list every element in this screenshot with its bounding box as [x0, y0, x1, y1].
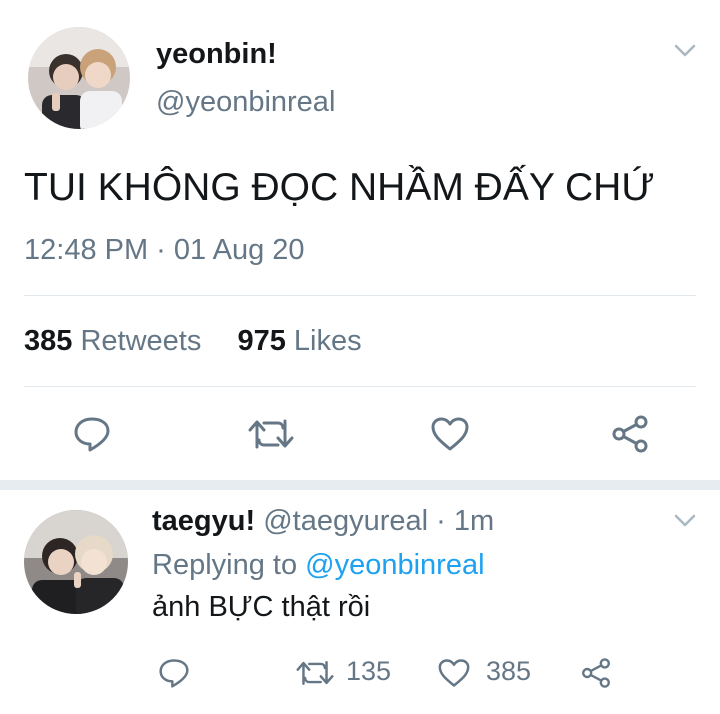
likes-label: Likes — [293, 325, 362, 357]
share-button[interactable] — [608, 414, 652, 454]
reply-like-button[interactable] — [436, 656, 472, 690]
author-avatar[interactable] — [28, 27, 130, 129]
section-separator — [0, 480, 720, 490]
share-icon — [612, 415, 648, 453]
reply-button[interactable] — [70, 414, 114, 454]
divider — [24, 386, 696, 387]
reply-time: · 1m — [436, 505, 495, 537]
retweets-stat[interactable]: 385 Retweets — [24, 325, 209, 357]
reply-retweet-count: 135 — [346, 656, 392, 686]
likes-stat[interactable]: 975 Likes — [237, 325, 361, 357]
like-icon — [431, 417, 469, 451]
reply-retweet-button[interactable] — [294, 656, 336, 690]
author-display-name[interactable]: yeonbin! — [156, 38, 277, 71]
chevron-down-icon[interactable] — [674, 514, 696, 528]
tweet-text: TUI KHÔNG ĐỌC NHẦM ĐẤY CHỨ — [24, 166, 655, 209]
reply-display-name[interactable]: taegyu! — [152, 505, 255, 537]
reply-icon — [74, 417, 110, 452]
share-icon — [582, 658, 610, 688]
reply-handle[interactable]: @taegyureal — [263, 505, 428, 537]
reply-like-count: 385 — [486, 656, 532, 686]
reply-icon — [159, 659, 189, 688]
retweets-count: 385 — [24, 325, 73, 357]
replying-to: Replying to @yeonbinreal — [152, 549, 485, 582]
reply-header: taegyu! @taegyureal · 1m — [152, 505, 494, 538]
reply-text: ảnh BỰC thật rồi — [152, 591, 371, 623]
like-button[interactable] — [428, 414, 472, 454]
retweet-icon — [248, 419, 294, 449]
retweet-button[interactable] — [246, 414, 296, 454]
reply-author-avatar[interactable] — [24, 510, 128, 614]
author-handle[interactable]: @yeonbinreal — [156, 86, 335, 119]
like-icon — [438, 659, 470, 687]
replying-to-label: Replying to — [152, 549, 298, 581]
chevron-down-icon[interactable] — [674, 44, 696, 58]
replying-to-handle-link[interactable]: @yeonbinreal — [305, 549, 484, 581]
retweet-icon — [296, 661, 334, 685]
divider — [24, 295, 696, 296]
reply-share-button[interactable] — [578, 656, 614, 690]
reply-reply-button[interactable] — [156, 656, 192, 690]
likes-count: 975 — [237, 325, 286, 357]
retweets-label: Retweets — [80, 325, 202, 357]
tweet-timestamp[interactable]: 12:48 PM · 01 Aug 20 — [24, 234, 305, 267]
tweet-stats: 385 Retweets 975 Likes — [24, 325, 362, 358]
